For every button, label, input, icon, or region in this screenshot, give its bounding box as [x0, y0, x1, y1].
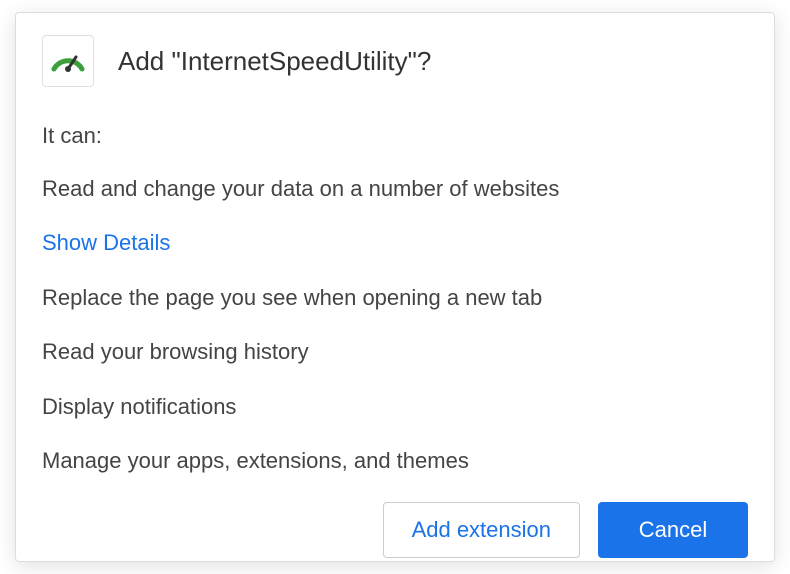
permissions-intro: It can: — [42, 123, 748, 149]
permission-item: Display notifications — [42, 393, 748, 422]
show-details-link[interactable]: Show Details — [42, 230, 748, 256]
permission-item: Replace the page you see when opening a … — [42, 284, 748, 313]
speedometer-icon — [48, 41, 88, 81]
extension-install-dialog: Add "InternetSpeedUtility"? It can: Read… — [15, 12, 775, 562]
permission-item: Read your browsing history — [42, 338, 748, 367]
permission-item: Manage your apps, extensions, and themes — [42, 447, 748, 476]
cancel-button[interactable]: Cancel — [598, 502, 748, 558]
add-extension-button[interactable]: Add extension — [383, 502, 580, 558]
dialog-footer: Add extension Cancel — [42, 502, 748, 558]
dialog-title: Add "InternetSpeedUtility"? — [118, 46, 431, 77]
extension-icon — [42, 35, 94, 87]
permission-item: Read and change your data on a number of… — [42, 175, 748, 204]
dialog-header: Add "InternetSpeedUtility"? — [42, 35, 748, 87]
